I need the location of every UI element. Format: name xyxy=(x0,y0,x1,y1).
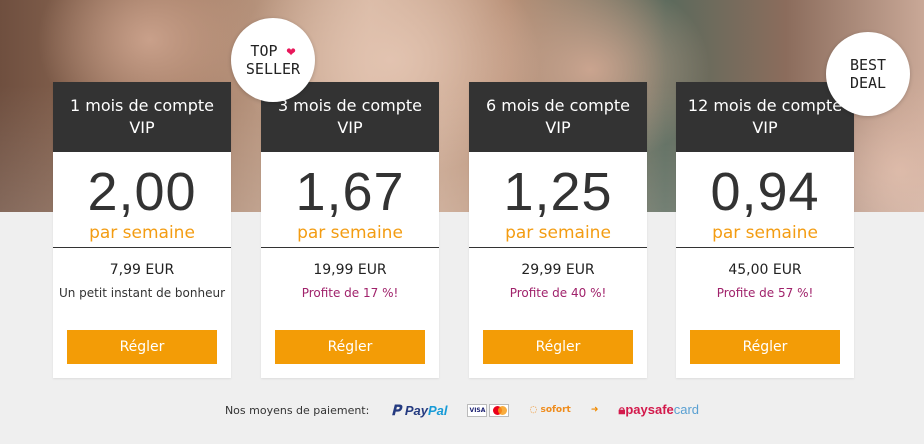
paypal-text-pal: Pal xyxy=(427,402,448,418)
sofort-logo: ◌ sofort xyxy=(529,405,571,415)
weekly-price: 1,25 xyxy=(503,162,613,222)
plan-price: 1,67 par semaine xyxy=(261,152,439,248)
plan-card-1-month: 1 mois de compte VIP 2,00 par semaine 7,… xyxy=(53,82,231,378)
plan-card-3-months: 3 mois de compte VIP 1,67 par semaine 19… xyxy=(261,82,439,378)
badge-text-top: TOP xyxy=(250,42,278,60)
paysafecard-logo: 🔒︎paysafecard xyxy=(618,402,699,418)
price-unit: par semaine xyxy=(297,223,403,243)
plan-note: Un petit instant de bonheur xyxy=(58,286,226,300)
plan-card-6-months: 6 mois de compte VIP 1,25 par semaine 29… xyxy=(469,82,647,378)
price-unit: par semaine xyxy=(89,223,195,243)
top-seller-line1: TOP ❤ xyxy=(250,42,295,60)
pay-button[interactable]: Régler xyxy=(275,330,425,364)
paysafe-text: paysafe xyxy=(625,402,674,417)
giropay-icon: ➜ xyxy=(590,405,599,415)
weekly-price: 2,00 xyxy=(87,162,197,222)
pay-button[interactable]: Régler xyxy=(690,330,840,364)
plan-subtitle: VIP xyxy=(545,118,571,137)
plan-price: 2,00 par semaine xyxy=(53,152,231,248)
credit-cards-logo: VISA xyxy=(467,403,510,417)
plan-card-12-months: 12 mois de compte VIP 0,94 par semaine 4… xyxy=(676,82,854,378)
total-price: 7,99 EUR xyxy=(109,262,175,278)
weekly-price: 0,94 xyxy=(710,162,820,222)
badge-text-seller: SELLER xyxy=(245,60,301,78)
plan-subtitle: VIP xyxy=(337,118,363,137)
best-deal-badge: BEST DEAL xyxy=(826,32,910,116)
pay-button[interactable]: Régler xyxy=(483,330,633,364)
sofort-text: sofort xyxy=(540,405,571,415)
total-price: 45,00 EUR xyxy=(728,262,802,278)
mastercard-icon xyxy=(489,403,510,417)
plan-subtitle: VIP xyxy=(129,118,155,137)
plan-price: 0,94 par semaine xyxy=(676,152,854,248)
plan-price: 1,25 par semaine xyxy=(469,152,647,248)
price-unit: par semaine xyxy=(712,223,818,243)
visa-icon: VISA xyxy=(467,403,488,417)
paypal-text-pay: Pay xyxy=(404,402,428,418)
weekly-price: 1,67 xyxy=(295,162,405,222)
badge-text-deal: DEAL xyxy=(849,74,887,92)
plan-title: 6 mois de compte xyxy=(485,96,631,115)
payment-label: Nos moyens de paiement: xyxy=(224,403,370,417)
top-seller-badge: TOP ❤ SELLER xyxy=(231,18,315,102)
pay-button[interactable]: Régler xyxy=(67,330,217,364)
plan-discount: Profite de 57 %! xyxy=(716,286,814,300)
total-price: 19,99 EUR xyxy=(313,262,387,278)
paypal-logo: 𝐏 Pay Pal xyxy=(391,402,447,419)
payment-methods: Nos moyens de paiement: 𝐏 Pay Pal VISA ◌ … xyxy=(0,396,924,424)
heart-icon: ❤ xyxy=(286,42,296,60)
plan-title: 12 mois de compte xyxy=(687,96,843,115)
plan-title: 1 mois de compte xyxy=(69,96,215,115)
paysafe-card-text: card xyxy=(673,402,700,417)
plan-header: 12 mois de compte VIP xyxy=(676,82,854,152)
plan-discount: Profite de 40 %! xyxy=(509,286,607,300)
plan-discount: Profite de 17 %! xyxy=(301,286,399,300)
plan-header: 1 mois de compte VIP xyxy=(53,82,231,152)
price-unit: par semaine xyxy=(505,223,611,243)
total-price: 29,99 EUR xyxy=(521,262,595,278)
paypal-icon: 𝐏 xyxy=(391,401,401,418)
plan-subtitle: VIP xyxy=(752,118,778,137)
plan-header: 6 mois de compte VIP xyxy=(469,82,647,152)
badge-text-best: BEST xyxy=(849,56,887,74)
